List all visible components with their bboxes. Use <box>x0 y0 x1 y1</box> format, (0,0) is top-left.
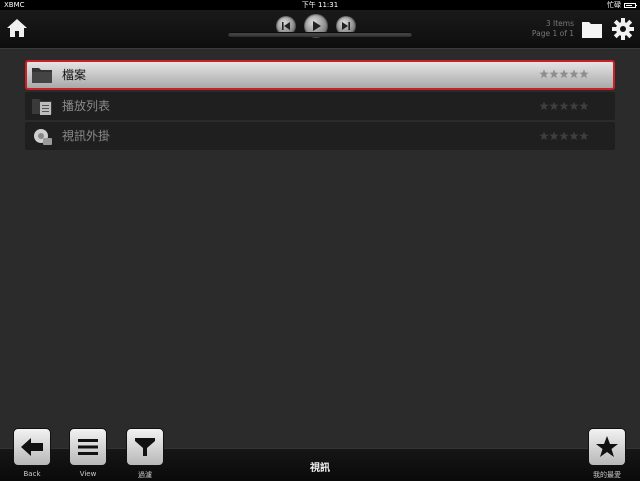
battery-icon <box>624 2 637 8</box>
rating-star-icon <box>579 101 589 111</box>
home-icon <box>7 19 27 37</box>
status-right: 忙碌 <box>607 0 637 10</box>
list-item-playlists[interactable]: 播放列表 <box>25 92 615 120</box>
rating-star-icon <box>549 131 559 141</box>
rating-star-icon <box>579 131 589 141</box>
filter-icon <box>135 438 155 456</box>
gear-icon <box>612 18 634 40</box>
list-view-icon <box>78 439 98 455</box>
rating-star-icon <box>549 69 559 79</box>
rating-star-icon <box>559 69 569 79</box>
items-info: 3 Items Page 1 of 1 <box>532 19 574 39</box>
folder-button[interactable] <box>581 19 603 39</box>
list-item-video-addons[interactable]: 視訊外掛 <box>25 122 615 150</box>
video-addon-icon <box>31 126 53 146</box>
rating-star-icon <box>569 69 579 79</box>
settings-button[interactable] <box>611 17 635 41</box>
favourites-button[interactable] <box>588 428 626 466</box>
list-item-label: 視訊外掛 <box>62 129 111 143</box>
folder-icon <box>31 65 53 85</box>
list-item-label: 播放列表 <box>62 99 111 113</box>
rating-star-icon <box>569 131 579 141</box>
favourites-label: 我的最愛 <box>593 471 621 479</box>
rating-star-icon <box>549 101 559 111</box>
page-info: Page 1 of 1 <box>531 29 574 38</box>
rating-stars <box>539 131 589 141</box>
playback-progress-bar[interactable] <box>228 32 412 37</box>
rating-star-icon <box>539 69 549 79</box>
rating-star-icon <box>579 69 589 79</box>
items-count: 3 Items <box>545 19 574 28</box>
home-button[interactable] <box>6 17 28 39</box>
rating-star-icon <box>559 131 569 141</box>
skip-previous-icon <box>282 22 290 30</box>
rating-star-icon <box>569 101 579 111</box>
list-item-label: 檔案 <box>62 68 87 82</box>
arrow-left-icon <box>21 438 43 456</box>
status-bar: XBMC 下午 11:31 忙碌 <box>0 0 640 10</box>
star-icon <box>596 436 618 457</box>
section-title: 視訊 <box>310 463 330 474</box>
skip-next-icon <box>342 22 350 30</box>
list-item-files[interactable]: 檔案 <box>25 60 615 90</box>
activity-label: 忙碌 <box>607 1 621 9</box>
rating-star-icon <box>539 131 549 141</box>
play-icon <box>313 21 321 31</box>
file-list: 檔案 播放列表 視訊外掛 <box>25 60 615 152</box>
rating-stars <box>539 101 589 111</box>
rating-star-icon <box>559 101 569 111</box>
playlist-folder-icon <box>31 96 53 116</box>
top-toolbar: 3 Items Page 1 of 1 <box>0 10 640 49</box>
status-time: 下午 11:31 <box>301 1 339 9</box>
rating-stars <box>539 69 589 79</box>
rating-star-icon <box>539 101 549 111</box>
folder-icon <box>582 22 602 38</box>
